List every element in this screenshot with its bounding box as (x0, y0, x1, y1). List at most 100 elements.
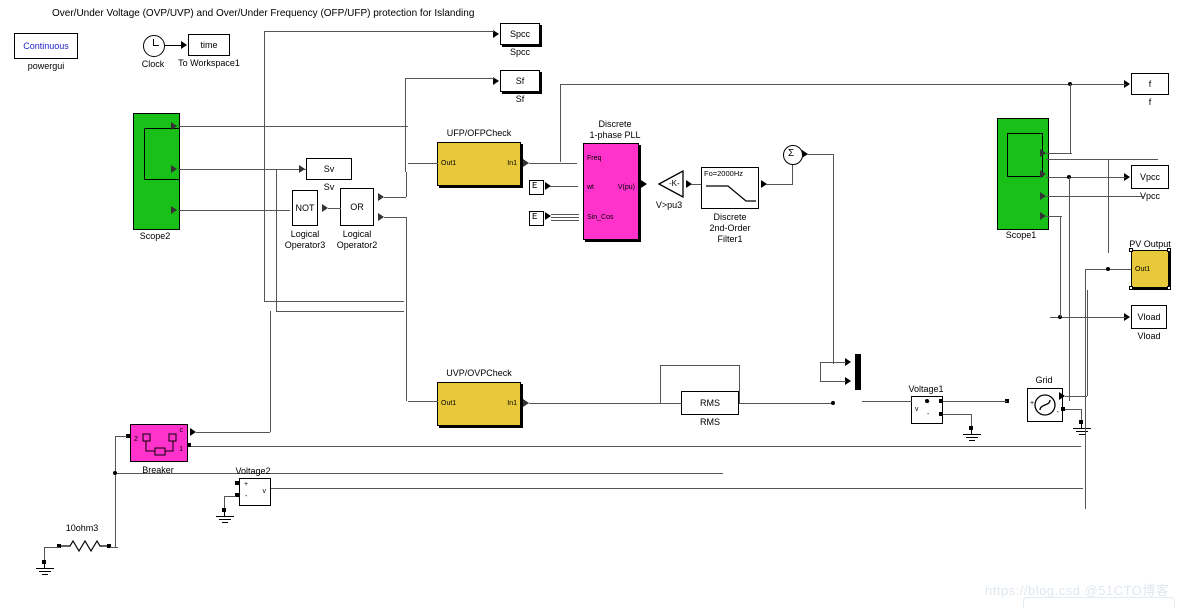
spcc-label: Spcc (509, 47, 531, 57)
wire-breaker-1-h (191, 446, 1081, 447)
pv-output-port: Out1 (1135, 266, 1151, 273)
pll-label-2: 1-phase PLL (589, 130, 641, 140)
wire-scope1-in4 (1046, 216, 1062, 217)
pv-handle-tl[interactable] (1129, 248, 1133, 252)
ground-grid (1072, 424, 1092, 436)
voltage1-minus: - (927, 411, 930, 418)
wire-resistor-left (44, 547, 60, 548)
junction-grid-left (925, 399, 929, 403)
not-gate-label-2: Operator3 (284, 240, 326, 250)
not-gate-text: NOT (295, 203, 315, 213)
wire-or-not (328, 208, 341, 209)
not-gate-block[interactable]: NOT (292, 190, 318, 226)
sv-block[interactable]: Sv (306, 158, 352, 180)
or-gate-label-1: Logical (342, 229, 372, 239)
arrow-to-sv (299, 165, 305, 173)
wire-to-sum (807, 154, 833, 155)
sf-text: Sf (515, 76, 525, 86)
mux-block[interactable] (855, 354, 861, 390)
wire-spcc-h (264, 31, 494, 32)
wire-clock-toworkspace (164, 45, 182, 46)
wire-grid-top-v (1087, 290, 1088, 396)
sv-text: Sv (323, 164, 335, 174)
grid-block[interactable]: + - (1027, 388, 1063, 422)
grid-label: Grid (1035, 375, 1053, 385)
wire-scope2-in2 (178, 169, 310, 170)
voltage2-plus: + (244, 481, 249, 488)
voltage2-block[interactable]: + - v (239, 478, 271, 506)
wire-or-in1-v (406, 172, 407, 197)
wire-spcc-v (264, 31, 265, 301)
rms-block[interactable]: RMS (681, 391, 739, 415)
wire-voltage1-grid (943, 401, 1007, 402)
powergui-block[interactable]: Continuous (14, 33, 78, 59)
wire-scope2-in1 (178, 126, 408, 127)
sum-sigma-icon: Σ (788, 148, 795, 159)
voltage1-v: v (915, 406, 919, 413)
or-gate-text: OR (350, 202, 364, 212)
spcc-block[interactable]: Spcc (500, 23, 540, 45)
powergui-text: Continuous (23, 41, 69, 51)
resistor-label: 10ohm3 (65, 523, 99, 533)
pv-handle-tr[interactable] (1167, 248, 1171, 252)
wire-rms-right-v (739, 365, 740, 403)
filter-block[interactable]: Fo=2000Hz (701, 167, 759, 209)
wire-scope2-in3 (178, 210, 290, 211)
wire-scope1-in2 (1046, 159, 1158, 160)
wire-sf-h (405, 78, 495, 79)
scope1-display (1007, 133, 1043, 177)
pv-handle-br[interactable] (1167, 286, 1171, 290)
scope2-label: Scope2 (139, 231, 171, 241)
wire-or-in2-v (406, 217, 407, 401)
wire-or-in2 (384, 217, 406, 218)
f-block[interactable]: f (1131, 73, 1169, 95)
arrow-clock-toworkspace (181, 41, 187, 49)
to-workspace-block[interactable]: time (188, 34, 230, 56)
simulink-canvas: Over/Under Voltage (OVP/UVP) and Over/Un… (0, 0, 1184, 608)
ufp-ofp-check-label: UFP/OFPCheck (446, 128, 512, 138)
pv-handle-bl[interactable] (1129, 286, 1133, 290)
ufp-ofp-out-port-label: Out1 (441, 160, 457, 167)
pll-block[interactable]: Freq wt Sin_Cos V(pu) (583, 143, 639, 240)
sv-label: Sv (323, 182, 335, 192)
sf-label: Sf (515, 94, 525, 104)
breaker-block[interactable]: c 2 1 (130, 424, 188, 462)
terminator-2-block[interactable] (529, 211, 544, 226)
scope2-port-1 (171, 122, 177, 130)
junction-rms (831, 401, 835, 405)
ac-source-icon (1034, 394, 1056, 416)
ufp-ofp-check-block[interactable]: Out1 In1 (437, 142, 521, 186)
wire-pll-freq-v (560, 84, 561, 162)
wire-vload-v (1060, 216, 1061, 317)
pv-output-block[interactable]: Out1 (1131, 250, 1169, 288)
wire-voltage2-out (271, 488, 1083, 489)
wire-breaker-c-v (270, 311, 271, 432)
pll-vpu-input-arrow (641, 180, 647, 188)
wire-sum-filter-v (792, 163, 793, 185)
sf-block[interactable]: Sf (500, 70, 540, 92)
vpcc-block[interactable]: Vpcc (1131, 165, 1169, 189)
wire-f-scope-v (1070, 84, 1071, 153)
sum-block[interactable]: Σ (783, 145, 803, 165)
uvp-ovp-check-block[interactable]: Out1 In1 (437, 382, 521, 426)
wire-voltage1-gnd-h (943, 414, 971, 415)
terminator-1-block[interactable] (529, 180, 544, 195)
to-workspace-label: To Workspace1 (178, 58, 240, 68)
spcc-text: Spcc (509, 29, 530, 39)
wire-f-main (560, 84, 1096, 85)
voltage2-v: v (262, 488, 267, 495)
gain-block[interactable]: -K- (657, 169, 684, 199)
or-gate-block[interactable]: OR (340, 188, 374, 226)
filter-label-3: Filter1 (717, 234, 743, 244)
wire-mux-voltage1 (862, 401, 912, 402)
diagram-title: Over/Under Voltage (OVP/UVP) and Over/Un… (52, 8, 475, 19)
clock-icon[interactable] (143, 35, 165, 57)
uvp-ovp-check-label: UVP/OVPCheck (446, 368, 512, 378)
wire-resistor-gnd-v (44, 547, 45, 561)
uvp-ovp-in-port-label: In1 (507, 400, 517, 407)
scope2-port-2 (171, 165, 177, 173)
wire-spcc-h2 (264, 301, 404, 302)
uvp-ovp-out-port-label: Out1 (441, 400, 457, 407)
vload-block[interactable]: Vload (1131, 305, 1167, 329)
wire-or-in1 (384, 197, 406, 198)
